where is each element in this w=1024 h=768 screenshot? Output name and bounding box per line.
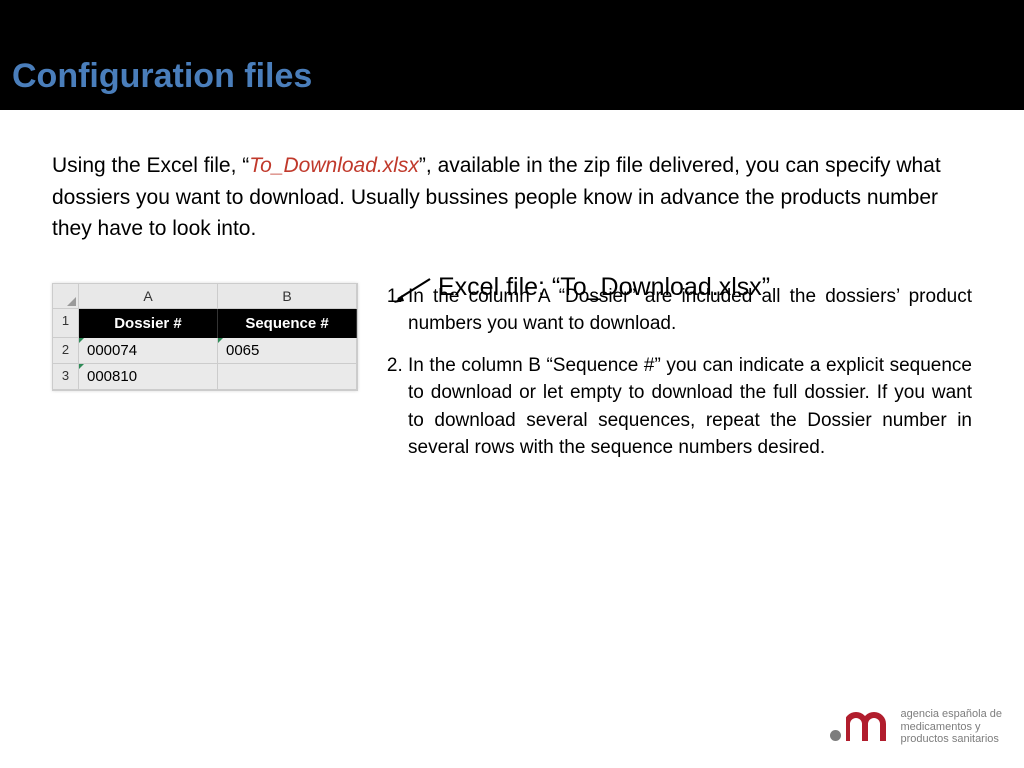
instruction-list: In the column A “Dossier” are included a… <box>386 283 972 476</box>
agency-logo-icon <box>830 712 892 742</box>
agency-line1: agencia española de <box>900 708 1002 721</box>
agency-line3: productos sanitarios <box>900 733 1002 746</box>
footer-logo-block: agencia española de medicamentos y produ… <box>830 708 1002 746</box>
intro-paragraph: Using the Excel file, “To_Download.xlsx”… <box>52 150 972 245</box>
excel-screenshot: A B 1 Dossier # Sequence # 2 000074 0065… <box>52 283 358 391</box>
slide-header: Configuration files <box>0 0 1024 110</box>
excel-caption: Excel file: “To_Download.xlsx” <box>438 273 770 302</box>
excel-header-sequence: Sequence # <box>218 309 357 338</box>
excel-cell: 000810 <box>79 364 218 390</box>
excel-header-dossier: Dossier # <box>79 309 218 338</box>
excel-area: Excel file: “To_Download.xlsx” A B 1 Dos… <box>52 283 972 476</box>
excel-rownum: 1 <box>53 309 79 338</box>
list-item: In the column B “Sequence #” you can ind… <box>408 352 972 462</box>
arrow-icon <box>392 277 432 307</box>
page-title: Configuration files <box>12 57 312 96</box>
excel-col-a: A <box>79 284 218 309</box>
excel-cell <box>218 364 357 390</box>
slide-body: Using the Excel file, “To_Download.xlsx”… <box>0 110 1024 486</box>
agency-line2: medicamentos y <box>900 721 1002 734</box>
intro-text-before: Using the Excel file, “ <box>52 154 249 177</box>
agency-text: agencia española de medicamentos y produ… <box>900 708 1002 746</box>
excel-select-all-corner <box>53 284 79 309</box>
excel-rownum: 2 <box>53 338 79 364</box>
filename-highlight: To_Download.xlsx <box>249 154 419 177</box>
excel-rownum: 3 <box>53 364 79 390</box>
excel-cell: 0065 <box>218 338 357 364</box>
excel-cell: 000074 <box>79 338 218 364</box>
excel-col-b: B <box>218 284 357 309</box>
